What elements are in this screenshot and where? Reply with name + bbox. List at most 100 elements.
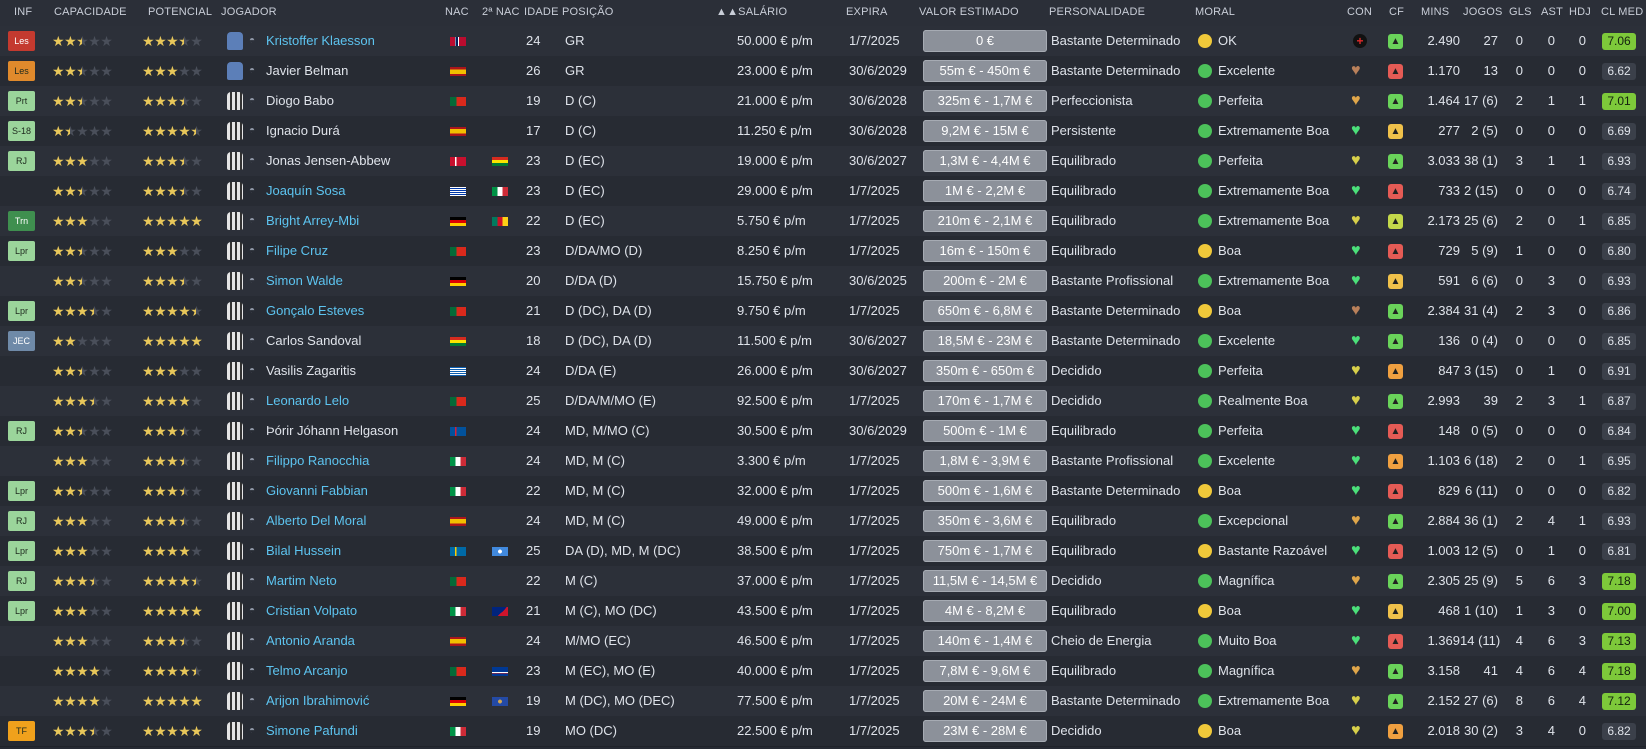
header-con[interactable]: CON [1347, 6, 1372, 18]
estimated-value[interactable]: 18,5M € - 23M € [923, 330, 1047, 352]
table-row[interactable]: ★★★★★ ★★★★★ ◓ Telmo Arcanjo 23 M (EC), MO (E)… [0, 656, 1646, 687]
header-cf[interactable]: CF [1389, 6, 1404, 18]
player-of-match: 0 [1578, 333, 1586, 348]
table-row[interactable]: RJ ★★★★★ ★★★★★ ◓ Þórir Jóhann Helgason 24 MD, … [0, 416, 1646, 447]
table-row[interactable]: Lpr ★★★★★ ★★★★★ ◓ Filipe Cruz 23 D/DA/MO (D) 8.… [0, 236, 1646, 267]
player-name[interactable]: Cristian Volpato [266, 596, 357, 626]
header-capacidade[interactable]: CAPACIDADE [54, 6, 127, 18]
player-name[interactable]: Joaquín Sosa [266, 176, 346, 206]
estimated-value[interactable]: 4M € - 8,2M € [923, 600, 1047, 622]
player-name[interactable]: Simon Walde [266, 266, 343, 296]
table-row[interactable]: Prt ★★★★★ ★★★★★ ◓ Diogo Babo 19 D (C) 21.000 € … [0, 86, 1646, 117]
estimated-value[interactable]: 23M € - 28M € [923, 720, 1047, 742]
header-potencial[interactable]: POTENCIAL [148, 6, 212, 18]
table-row[interactable]: TF ★★★★★ ★★★★★ ◓ Simone Pafundi 19 MO (DC) 22.5… [0, 716, 1646, 747]
header-clmed[interactable]: CL MED [1601, 6, 1643, 18]
estimated-value[interactable]: 7,8M € - 9,6M € [923, 660, 1047, 682]
player-name[interactable]: Antonio Aranda [266, 626, 355, 656]
table-row[interactable]: ★★★★★ ★★★★★ ◓ Simon Walde 20 D/DA (D) 15.750 €… [0, 266, 1646, 297]
table-row[interactable]: ★★★★★ ★★★★★ ◓ Joaquín Sosa 23 D (EC) 29.000 € … [0, 176, 1646, 207]
player-name[interactable]: Leonardo Lelo [266, 386, 349, 416]
header-gls[interactable]: GLS [1509, 6, 1532, 18]
estimated-value[interactable]: 750m € - 1,7M € [923, 540, 1047, 562]
player-name[interactable]: Javier Belman [266, 56, 348, 86]
estimated-value[interactable]: 11,5M € - 14,5M € [923, 570, 1047, 592]
header-jogador[interactable]: JOGADOR [221, 6, 277, 18]
estimated-value[interactable]: 9,2M € - 15M € [923, 120, 1047, 142]
estimated-value[interactable]: 16m € - 150m € [923, 240, 1047, 262]
player-name[interactable]: Bright Arrey-Mbi [266, 206, 359, 236]
header-nac2[interactable]: 2ª NAC [482, 6, 520, 18]
player-name[interactable]: Kristoffer Klaesson [266, 26, 375, 56]
position: M (DC), MO (DEC) [565, 693, 675, 708]
striped-shirt-icon [227, 512, 243, 530]
player-name[interactable]: Martim Neto [266, 566, 337, 596]
header-hdj[interactable]: HDJ [1569, 6, 1591, 18]
estimated-value[interactable]: 20M € - 24M € [923, 690, 1047, 712]
estimated-value[interactable]: 1M € - 2,2M € [923, 180, 1047, 202]
estimated-value[interactable]: 55m € - 450m € [923, 60, 1047, 82]
player-name[interactable]: Giovanni Fabbian [266, 476, 368, 506]
header-inf[interactable]: INF [14, 6, 32, 18]
player-name[interactable]: Carlos Sandoval [266, 326, 361, 356]
header-moral[interactable]: MORAL [1195, 6, 1235, 18]
player-name[interactable]: Jonas Jensen-Abbew [266, 146, 390, 176]
table-row[interactable]: Les ★★★★★ ★★★★★ ◓ Javier Belman 26 GR 23.000 € … [0, 56, 1646, 87]
player-name[interactable]: Filipe Cruz [266, 236, 328, 266]
header-mins[interactable]: MINS [1421, 6, 1449, 18]
table-row[interactable]: ★★★★★ ★★★★★ ◓ Vasilis Zagaritis 24 D/DA (E) 26… [0, 356, 1646, 387]
player-name[interactable]: Arijon Ibrahimović [266, 686, 369, 716]
table-row[interactable]: Lpr ★★★★★ ★★★★★ ◓ Gonçalo Esteves 21 D (DC), D… [0, 296, 1646, 327]
position: D (DC), DA (D) [565, 303, 652, 318]
estimated-value[interactable]: 350m € - 3,6M € [923, 510, 1047, 532]
estimated-value[interactable]: 500m € - 1,6M € [923, 480, 1047, 502]
table-row[interactable]: ★★★★★ ★★★★★ ◓ Leonardo Lelo 25 D/DA/M/MO (E) 9… [0, 386, 1646, 417]
table-row[interactable]: Lpr ★★★★★ ★★★★★ ◓ Bilal Hussein 25 DA (D), MD,… [0, 536, 1646, 567]
table-row[interactable]: Trn ★★★★★ ★★★★★ ◓ Bright Arrey-Mbi 22 D (EC) 5.… [0, 206, 1646, 237]
header-posicao[interactable]: POSIÇÃO [562, 6, 614, 18]
player-name[interactable]: Alberto Del Moral [266, 506, 366, 536]
player-name[interactable]: Simone Pafundi [266, 716, 358, 746]
estimated-value[interactable]: 325m € - 1,7M € [923, 90, 1047, 112]
header-personalidade[interactable]: PERSONALIDADE [1049, 6, 1145, 18]
estimated-value[interactable]: 350m € - 650m € [923, 360, 1047, 382]
player-name[interactable]: Þórir Jóhann Helgason [266, 416, 398, 446]
table-row[interactable]: Lpr ★★★★★ ★★★★★ ◓ Giovanni Fabbian 22 MD, M (C… [0, 476, 1646, 507]
estimated-value[interactable]: 140m € - 1,4M € [923, 630, 1047, 652]
estimated-value[interactable]: 210m € - 2,1M € [923, 210, 1047, 232]
table-row[interactable]: Lpr ★★★★★ ★★★★★ ◓ Cristian Volpato 21 M (C), M… [0, 596, 1646, 627]
player-name[interactable]: Gonçalo Esteves [266, 296, 364, 326]
morale-arrow-icon [1198, 364, 1212, 378]
header-nac[interactable]: NAC [445, 6, 469, 18]
player-name[interactable]: Filippo Ranocchia [266, 446, 369, 476]
player-name[interactable]: Ignacio Durá [266, 116, 340, 146]
table-row[interactable]: Les ★★★★★ ★★★★★ ◓ Kristoffer Klaesson 24 GR 50.… [0, 26, 1646, 57]
squad-table: INF CAPACIDADE POTENCIAL JOGADOR NAC 2ª … [0, 0, 1646, 749]
table-row[interactable]: RJ ★★★★★ ★★★★★ ◓ Martim Neto 22 M (C) 37.000 € … [0, 566, 1646, 597]
estimated-value[interactable]: 500m € - 1M € [923, 420, 1047, 442]
estimated-value[interactable]: 1,3M € - 4,4M € [923, 150, 1047, 172]
table-row[interactable]: RJ ★★★★★ ★★★★★ ◓ Alberto Del Moral 24 MD, M (C… [0, 506, 1646, 537]
table-row[interactable]: S-18 ★★★★★ ★★★★★ ◓ Ignacio Durá 17 D (C) 11.250… [0, 116, 1646, 147]
estimated-value[interactable]: 170m € - 1,7M € [923, 390, 1047, 412]
header-expira[interactable]: EXPIRA [846, 6, 888, 18]
player-name[interactable]: Diogo Babo [266, 86, 334, 116]
morale: OK [1218, 33, 1237, 48]
header-salario[interactable]: ▲▲SALÁRIO [716, 6, 787, 18]
estimated-value[interactable]: 0 € [923, 30, 1047, 52]
header-valor[interactable]: VALOR ESTIMADO [919, 6, 1019, 18]
estimated-value[interactable]: 200m € - 2M € [923, 270, 1047, 292]
player-name[interactable]: Vasilis Zagaritis [266, 356, 356, 386]
table-row[interactable]: RJ ★★★★★ ★★★★★ ◓ Jonas Jensen-Abbew 23 D (EC) 1… [0, 146, 1646, 177]
header-ast[interactable]: AST [1541, 6, 1563, 18]
player-name[interactable]: Telmo Arcanjo [266, 656, 348, 686]
header-idade[interactable]: IDADE [524, 6, 559, 18]
player-name[interactable]: Bilal Hussein [266, 536, 341, 566]
table-row[interactable]: ★★★★★ ★★★★★ ◓ Antonio Aranda 24 M/MO (EC) 46.5… [0, 626, 1646, 657]
table-row[interactable]: ★★★★★ ★★★★★ ◓ Arijon Ibrahimović 19 M (DC), M… [0, 686, 1646, 717]
estimated-value[interactable]: 1,8M € - 3,9M € [923, 450, 1047, 472]
table-row[interactable]: JEC ★★★★★ ★★★★★ ◓ Carlos Sandoval 18 D (DC), D… [0, 326, 1646, 357]
estimated-value[interactable]: 650m € - 6,8M € [923, 300, 1047, 322]
table-row[interactable]: ★★★★★ ★★★★★ ◓ Filippo Ranocchia 24 MD, M (C) 3… [0, 446, 1646, 477]
header-jogos[interactable]: JOGOS [1463, 6, 1503, 18]
